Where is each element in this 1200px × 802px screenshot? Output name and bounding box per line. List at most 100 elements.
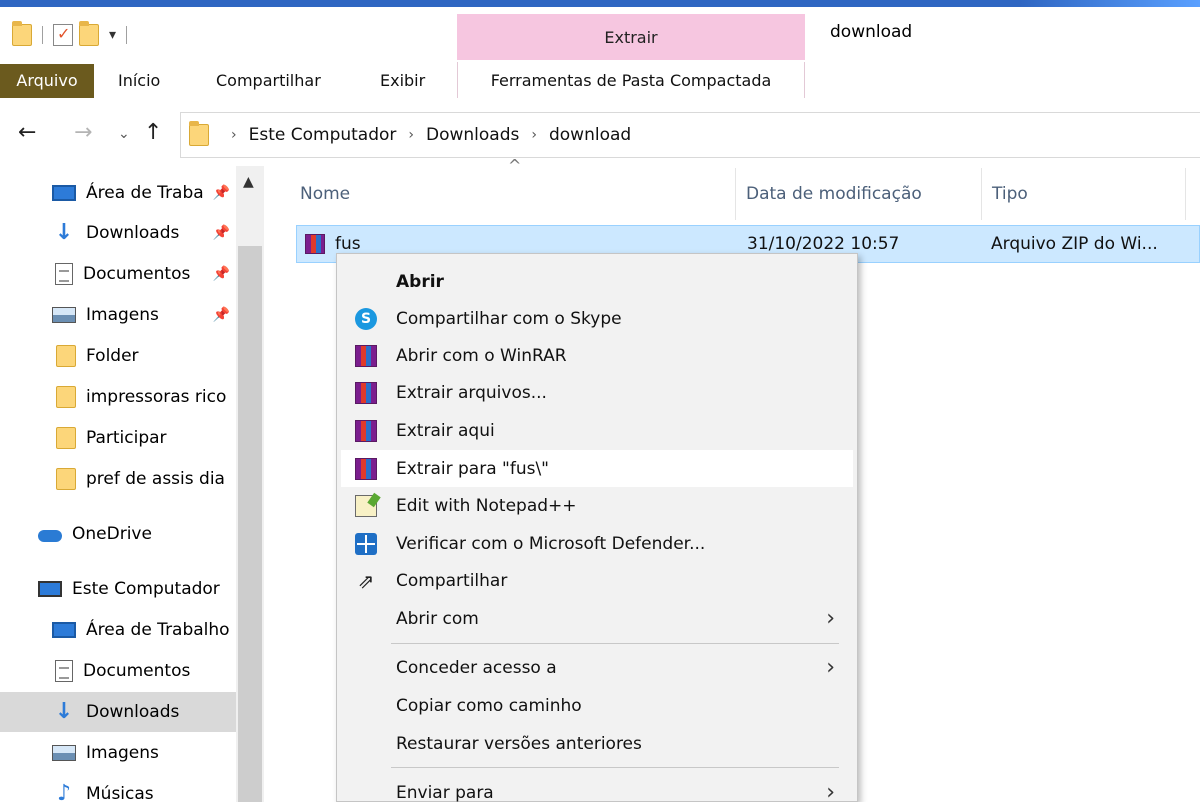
tab-exibir[interactable]: Exibir bbox=[380, 62, 425, 98]
chevron-right-icon: › bbox=[826, 780, 835, 802]
sidebar-item-documentos[interactable]: Documentos 📌 bbox=[0, 255, 236, 293]
chevron-right-icon[interactable]: › bbox=[531, 127, 537, 143]
sidebar-item-downloads-pc[interactable]: ↓ Downloads bbox=[0, 692, 236, 732]
winrar-icon bbox=[355, 458, 377, 480]
sidebar-item-musicas[interactable]: ♪ Músicas bbox=[0, 775, 236, 802]
sidebar-item-folder[interactable]: Folder bbox=[0, 337, 236, 375]
notepad-plus-plus-icon bbox=[355, 495, 377, 517]
sidebar-item-label: Músicas bbox=[86, 784, 154, 802]
menu-item-defender-scan[interactable]: Verificar com o Microsoft Defender... bbox=[341, 525, 853, 562]
skype-icon: S bbox=[355, 308, 377, 330]
sidebar-item-label: Área de Trabalho bbox=[86, 620, 230, 640]
title-bar-accent bbox=[0, 0, 1200, 7]
scroll-up-arrow-icon[interactable]: ▲ bbox=[243, 174, 254, 190]
sidebar-item-label: Imagens bbox=[86, 305, 159, 325]
sidebar-item-label: Área de Traba bbox=[86, 183, 204, 203]
extract-context-header[interactable]: Extrair bbox=[457, 14, 805, 60]
menu-item-extract-here[interactable]: Extrair aqui bbox=[341, 412, 853, 449]
pin-icon: 📌 bbox=[212, 307, 230, 323]
menu-item-extract-to-fus[interactable]: Extrair para "fus\" bbox=[341, 450, 853, 487]
sidebar-scrollbar[interactable]: ▲ bbox=[236, 166, 264, 802]
download-icon: ↓ bbox=[54, 699, 74, 724]
properties-icon[interactable] bbox=[53, 24, 73, 46]
winrar-icon bbox=[355, 382, 377, 404]
chevron-right-icon: › bbox=[826, 606, 835, 631]
window-title: download bbox=[830, 22, 913, 42]
quick-access-toolbar: ▾ bbox=[12, 20, 131, 50]
up-arrow-icon[interactable]: ↑ bbox=[144, 120, 162, 145]
tab-inicio[interactable]: Início bbox=[118, 62, 160, 98]
column-header-nome[interactable]: Nome bbox=[290, 168, 736, 220]
ribbon-tabs: Arquivo Início Compartilhar Exibir Ferra… bbox=[0, 62, 1200, 100]
menu-separator bbox=[391, 643, 839, 644]
sidebar-item-imagens[interactable]: Imagens 📌 bbox=[0, 296, 236, 334]
customize-toolbar-icon[interactable]: ▾ bbox=[109, 27, 116, 43]
menu-item-restore-previous-versions[interactable]: Restaurar versões anteriores bbox=[341, 725, 853, 762]
sidebar-item-label: impressoras rico bbox=[86, 387, 227, 407]
sidebar-item-label: Imagens bbox=[86, 743, 159, 763]
desktop-icon bbox=[52, 185, 76, 201]
menu-item-share[interactable]: ⇗ Compartilhar bbox=[341, 562, 853, 599]
context-menu: Abrir S Compartilhar com o Skype Abrir c… bbox=[336, 253, 858, 802]
scrollbar-thumb[interactable] bbox=[238, 246, 262, 802]
tab-compressed-folder-tools[interactable]: Ferramentas de Pasta Compactada bbox=[457, 62, 805, 98]
menu-item-abrir[interactable]: Abrir bbox=[341, 263, 853, 300]
sidebar-item-imagens-pc[interactable]: Imagens bbox=[0, 734, 236, 772]
menu-item-open-winrar[interactable]: Abrir com o WinRAR bbox=[341, 337, 853, 374]
sidebar-item-este-computador[interactable]: Este Computador bbox=[0, 570, 236, 608]
address-bar[interactable]: › Este Computador › Downloads › download bbox=[180, 112, 1200, 158]
sidebar-item-participar[interactable]: Participar bbox=[0, 419, 236, 457]
sidebar-item-area-de-trabalho-pc[interactable]: Área de Trabalho bbox=[0, 611, 236, 649]
column-header-tipo[interactable]: Tipo bbox=[982, 168, 1186, 220]
desktop-icon bbox=[52, 622, 76, 638]
sidebar-item-onedrive[interactable]: OneDrive bbox=[0, 515, 236, 553]
navigation-pane: Área de Traba 📌 ↓ Downloads 📌 Documentos… bbox=[0, 166, 264, 802]
sidebar-item-impressoras-rico[interactable]: impressoras rico bbox=[0, 378, 236, 416]
breadcrumb-downloads[interactable]: Downloads bbox=[426, 125, 519, 145]
folder-icon bbox=[56, 386, 76, 408]
sidebar-item-downloads[interactable]: ↓ Downloads 📌 bbox=[0, 214, 236, 252]
sidebar-item-label: Este Computador bbox=[72, 579, 220, 599]
folder-icon bbox=[56, 468, 76, 490]
document-icon bbox=[55, 263, 73, 285]
onedrive-icon bbox=[38, 530, 62, 542]
menu-item-edit-notepad[interactable]: Edit with Notepad++ bbox=[341, 487, 853, 524]
chevron-right-icon: › bbox=[826, 655, 835, 680]
sidebar-item-area-de-trabalho[interactable]: Área de Traba 📌 bbox=[0, 174, 236, 212]
chevron-right-icon[interactable]: › bbox=[231, 127, 237, 143]
breadcrumb-este-computador[interactable]: Este Computador bbox=[249, 125, 397, 145]
menu-item-extract-files[interactable]: Extrair arquivos... bbox=[341, 374, 853, 411]
tab-compartilhar[interactable]: Compartilhar bbox=[216, 62, 321, 98]
forward-arrow-icon[interactable]: → bbox=[74, 120, 92, 145]
chevron-right-icon[interactable]: › bbox=[408, 127, 414, 143]
winrar-archive-icon bbox=[305, 234, 325, 254]
folder-icon[interactable] bbox=[12, 21, 32, 46]
folder-icon bbox=[56, 427, 76, 449]
menu-item-copy-as-path[interactable]: Copiar como caminho bbox=[341, 687, 853, 724]
document-icon bbox=[55, 660, 73, 682]
tab-arquivo[interactable]: Arquivo bbox=[0, 64, 94, 98]
column-header-data[interactable]: Data de modificação bbox=[736, 168, 982, 220]
recent-locations-icon[interactable]: ⌄ bbox=[118, 126, 130, 142]
winrar-icon bbox=[355, 420, 377, 442]
sidebar-item-label: Documentos bbox=[83, 661, 191, 681]
new-folder-icon[interactable] bbox=[79, 21, 99, 46]
sidebar-item-pref-de-assis-dia[interactable]: pref de assis dia bbox=[0, 460, 236, 498]
pictures-icon bbox=[52, 307, 76, 323]
music-icon: ♪ bbox=[56, 781, 72, 802]
breadcrumb-download[interactable]: download bbox=[549, 125, 631, 145]
sidebar-item-label: Participar bbox=[86, 428, 167, 448]
pin-icon: 📌 bbox=[212, 225, 230, 241]
sidebar-item-label: Folder bbox=[86, 346, 139, 366]
back-arrow-icon[interactable]: ← bbox=[18, 120, 36, 145]
sidebar-item-label: Documentos bbox=[83, 264, 191, 284]
column-headers: ^ Nome Data de modificação Tipo bbox=[290, 156, 1200, 220]
sidebar-item-documentos-pc[interactable]: Documentos bbox=[0, 652, 236, 690]
menu-item-send-to[interactable]: Enviar para › bbox=[341, 774, 853, 802]
menu-item-share-skype[interactable]: S Compartilhar com o Skype bbox=[341, 300, 853, 337]
pictures-icon bbox=[52, 745, 76, 761]
toolbar-separator bbox=[42, 26, 43, 44]
menu-item-open-with[interactable]: Abrir com › bbox=[341, 600, 853, 637]
menu-item-grant-access[interactable]: Conceder acesso a › bbox=[341, 649, 853, 686]
toolbar-separator bbox=[126, 26, 128, 44]
